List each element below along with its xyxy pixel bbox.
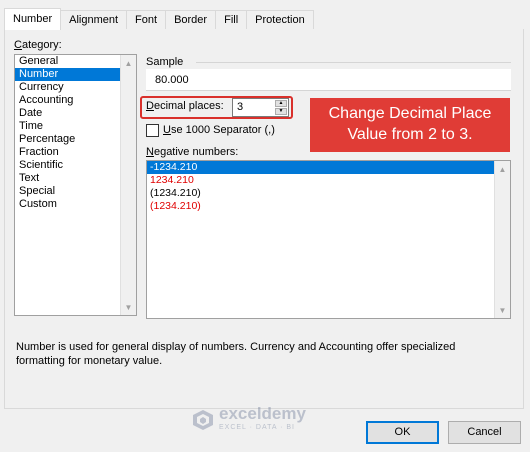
- description-line-2: formatting for monetary value.: [16, 355, 163, 367]
- scroll-down-icon[interactable]: ▼: [495, 302, 510, 318]
- scroll-up-icon[interactable]: ▲: [121, 55, 136, 71]
- sample-value: 80.000: [146, 69, 511, 91]
- use-1000-separator-label[interactable]: Use 1000 Separator (,): [163, 124, 275, 136]
- category-label: Category:: [14, 39, 62, 51]
- category-item-accounting[interactable]: Accounting: [15, 94, 136, 107]
- category-item-text[interactable]: Text: [15, 172, 136, 185]
- exceldemy-logo-icon: [193, 409, 213, 430]
- category-item-number[interactable]: Number: [15, 68, 136, 81]
- category-item-date[interactable]: Date: [15, 107, 136, 120]
- scroll-up-icon[interactable]: ▲: [495, 161, 510, 177]
- category-item-fraction[interactable]: Fraction: [15, 146, 136, 159]
- negative-format-item[interactable]: (1234.210): [147, 187, 494, 200]
- category-item-percentage[interactable]: Percentage: [15, 133, 136, 146]
- annotation-callout: Change Decimal Place Value from 2 to 3.: [310, 98, 510, 152]
- callout-line-1: Change Decimal Place: [328, 105, 492, 122]
- tab-border[interactable]: Border: [165, 10, 217, 30]
- negative-format-item[interactable]: (1234.210): [147, 200, 494, 213]
- exceldemy-watermark: exceldemy EXCEL · DATA · BI: [192, 405, 306, 434]
- tab-alignment[interactable]: Alignment: [60, 10, 128, 30]
- sample-label: Sample: [146, 56, 184, 68]
- spin-down-icon[interactable]: ▼: [275, 108, 287, 115]
- category-item-scientific[interactable]: Scientific: [15, 159, 136, 172]
- cancel-button[interactable]: Cancel: [448, 421, 521, 444]
- tab-fill[interactable]: Fill: [215, 10, 248, 30]
- spinner-arrows: ▲ ▼: [275, 100, 287, 115]
- category-item-general[interactable]: General: [15, 55, 136, 68]
- negative-format-item[interactable]: -1234.210: [147, 161, 494, 174]
- tab-protection[interactable]: Protection: [246, 10, 314, 30]
- negative-numbers-scrollbar[interactable]: ▲ ▼: [494, 161, 510, 318]
- category-description: Number is used for general display of nu…: [16, 340, 516, 368]
- description-line-1: Number is used for general display of nu…: [16, 341, 456, 353]
- ok-button[interactable]: OK: [366, 421, 439, 444]
- negative-numbers-label: Negative numbers:: [146, 146, 239, 158]
- watermark-tagline: EXCEL · DATA · BI: [219, 424, 295, 431]
- spin-up-icon[interactable]: ▲: [275, 100, 287, 107]
- negative-format-item[interactable]: 1234.210: [147, 174, 494, 187]
- tab-strip: Number Alignment Font Border Fill Protec…: [4, 8, 314, 30]
- sample-divider: [146, 90, 511, 91]
- decimal-places-label: Decimal places:: [146, 100, 224, 112]
- category-item-custom[interactable]: Custom: [15, 198, 136, 211]
- watermark-name: exceldemy: [219, 404, 306, 423]
- negative-numbers-list[interactable]: -1234.210 1234.210 (1234.210) (1234.210)…: [146, 160, 511, 319]
- callout-line-2: Value from 2 to 3.: [347, 126, 473, 143]
- decimal-places-spinner[interactable]: 3 ▲ ▼: [232, 98, 289, 117]
- scroll-down-icon[interactable]: ▼: [121, 299, 136, 315]
- tab-font[interactable]: Font: [126, 10, 167, 30]
- category-item-special[interactable]: Special: [15, 185, 136, 198]
- sample-group-line: [196, 62, 511, 63]
- use-1000-separator-checkbox[interactable]: [146, 124, 159, 137]
- tab-number[interactable]: Number: [4, 8, 62, 30]
- decimal-places-value[interactable]: 3: [237, 101, 243, 113]
- category-item-currency[interactable]: Currency: [15, 81, 136, 94]
- category-list[interactable]: General Number Currency Accounting Date …: [14, 54, 137, 316]
- category-item-time[interactable]: Time: [15, 120, 136, 133]
- category-scrollbar[interactable]: ▲ ▼: [120, 55, 136, 315]
